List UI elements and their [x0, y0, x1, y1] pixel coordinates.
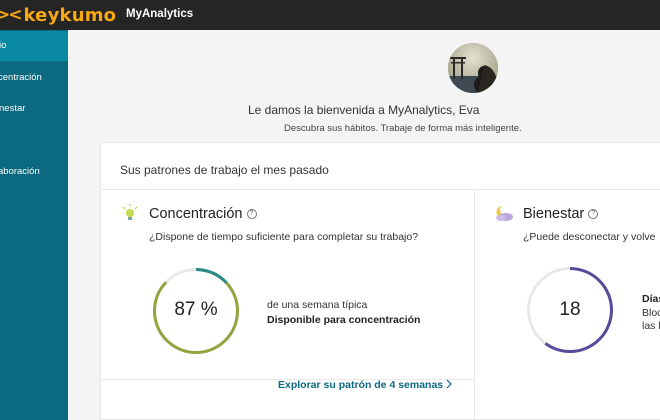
brand-name: keykumo — [23, 4, 117, 26]
panel-header: Sus patrones de trabajo el mes pasado — [120, 163, 329, 177]
ring-value-concentracion: 87 % — [174, 299, 218, 320]
welcome-title: Le damos la bienvenida a MyAnalytics, Ev… — [248, 103, 480, 117]
help-icon[interactable]: ? — [588, 209, 599, 219]
divider — [474, 189, 475, 420]
avatar-photo-icon — [448, 43, 498, 93]
card-title-text: Bienestar — [523, 206, 585, 222]
sidebar-item-label: io — [0, 40, 7, 51]
card-title-concentracion: Concentración? — [149, 206, 257, 222]
sidebar-item-label: centración — [0, 72, 42, 83]
card-title-bienestar: Bienestar? — [523, 206, 599, 222]
card-title-text: Concentración — [149, 206, 243, 222]
detail-caption: de una semana típica — [267, 299, 368, 311]
sidebar-item-bienestar[interactable]: nestar — [0, 94, 68, 124]
app-name[interactable]: MyAnalytics — [126, 8, 193, 20]
divider — [101, 189, 660, 190]
ring-value-bienestar: 18 — [559, 299, 581, 320]
card-question-concentracion: ¿Dispone de tiempo suficiente para compl… — [149, 231, 419, 243]
sidebar-item-concentracion[interactable]: centración — [0, 63, 68, 93]
sidebar: io centración nestar aboración — [0, 30, 68, 420]
sidebar-item-colaboracion[interactable]: aboración — [0, 157, 68, 187]
help-icon[interactable]: ? — [246, 209, 257, 219]
detail-caption: Bloc — [642, 307, 660, 319]
detail-caption: las h — [642, 320, 660, 332]
detail-label: Disponible para concentración — [267, 314, 421, 326]
brand-logo[interactable]: >< keykumo — [0, 3, 116, 27]
detail-label: Días — [642, 293, 660, 305]
sidebar-item-inicio[interactable]: io — [0, 31, 68, 61]
chevron-right-icon — [446, 379, 452, 389]
avatar[interactable] — [448, 43, 498, 93]
logo-mark-icon: >< — [0, 5, 22, 25]
moon-cloud-icon — [496, 206, 513, 221]
welcome-subtitle: Descubra sus hábitos. Trabaje de forma m… — [284, 123, 522, 134]
sidebar-item-red[interactable] — [0, 126, 68, 156]
top-bar: >< keykumo MyAnalytics — [0, 0, 660, 30]
explore-link-text: Explorar su patrón de 4 semanas — [278, 379, 444, 391]
card-question-bienestar: ¿Puede desconectar y volve — [523, 231, 656, 243]
explore-4-weeks-link[interactable]: Explorar su patrón de 4 semanas — [278, 379, 453, 391]
sidebar-item-label: aboración — [0, 166, 40, 177]
sidebar-item-label: nestar — [0, 103, 26, 114]
lightbulb-icon — [122, 204, 138, 220]
